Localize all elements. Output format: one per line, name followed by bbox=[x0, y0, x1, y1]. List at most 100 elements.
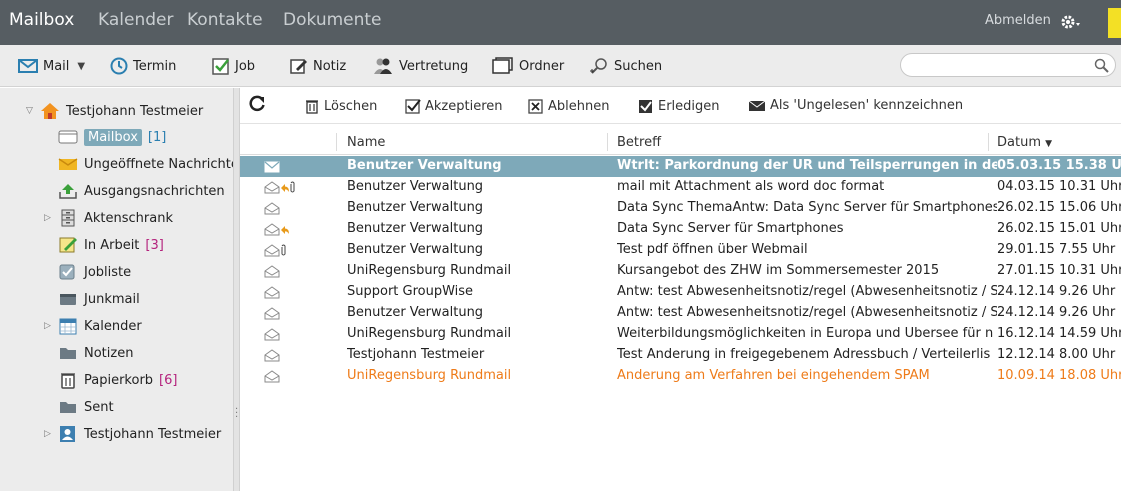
sidebar-item-count: [6] bbox=[159, 372, 178, 388]
sidebar-item-label: Kalender bbox=[84, 318, 142, 334]
sidebar-item-trash[interactable]: Papierkorb [6] bbox=[58, 369, 177, 391]
sidebar-item-outbox[interactable]: Ausgangsnachrichten bbox=[58, 180, 225, 202]
table-row[interactable]: Benutzer Verwaltung Antw: test Abwesenhei… bbox=[240, 303, 1121, 324]
sidebar-item-label: Junkmail bbox=[84, 291, 140, 307]
expand-triangle-icon[interactable]: ▷ bbox=[44, 213, 54, 223]
sender-name: UniRegensburg Rundmail bbox=[347, 326, 512, 341]
logout-link[interactable]: Abmelden bbox=[985, 13, 1051, 28]
search-button[interactable]: Suchen bbox=[589, 55, 662, 77]
column-separator[interactable] bbox=[336, 133, 337, 151]
column-header-date-label: Datum bbox=[997, 135, 1041, 150]
message-date: 12.12.14 8.00 Uhr bbox=[997, 347, 1116, 362]
new-job-button[interactable]: Job bbox=[212, 55, 255, 77]
new-mail-button[interactable]: Mail ▼ bbox=[18, 55, 85, 77]
expand-triangle-icon[interactable]: ▷ bbox=[44, 321, 54, 331]
column-separator[interactable] bbox=[988, 133, 989, 151]
sidebar-item-label: Aktenschrank bbox=[84, 210, 173, 226]
sidebar-item-label: Ausgangsnachrichten bbox=[84, 183, 225, 199]
sender-name: UniRegensburg Rundmail bbox=[347, 368, 512, 383]
message-subject: Weiterbildungsmöglichkeiten in Europa un… bbox=[617, 326, 994, 341]
mark-unread-button[interactable]: Als 'Ungelesen' kennzeichnen bbox=[748, 98, 963, 113]
in-progress-icon bbox=[59, 237, 77, 253]
expand-triangle-icon[interactable]: ▷ bbox=[44, 429, 54, 439]
delete-button[interactable]: Löschen bbox=[304, 98, 377, 114]
unread-envelope-icon bbox=[264, 161, 280, 173]
sidebar-item-label: Papierkorb bbox=[84, 372, 154, 388]
job-label: Job bbox=[235, 58, 256, 74]
reply-arrow-icon bbox=[281, 183, 289, 192]
mail-icon bbox=[18, 59, 38, 73]
accept-button[interactable]: Akzeptieren bbox=[405, 98, 503, 114]
message-status-icons bbox=[264, 306, 280, 321]
opened-envelope-icon bbox=[264, 370, 280, 383]
message-status-icons bbox=[264, 285, 280, 300]
grip-dots-icon: · · · bbox=[235, 404, 239, 423]
opened-envelope-icon bbox=[264, 181, 280, 194]
message-date: 10.09.14 18.08 Uhr bbox=[997, 368, 1121, 383]
tab-kontakte[interactable]: Kontakte bbox=[187, 10, 263, 30]
proxy-button[interactable]: Vertretung bbox=[372, 55, 468, 77]
decline-button[interactable]: Ablehnen bbox=[528, 98, 609, 114]
chevron-down-icon[interactable]: ▼ bbox=[77, 61, 85, 72]
tab-mailbox[interactable]: Mailbox bbox=[9, 10, 74, 30]
message-status-icons bbox=[264, 222, 289, 237]
expand-triangle-icon[interactable]: ▽ bbox=[26, 106, 36, 116]
notiz-label: Notiz bbox=[313, 58, 347, 74]
sidebar-item-junkmail[interactable]: Junkmail bbox=[58, 288, 140, 310]
sidebar-item-joblist[interactable]: Jobliste bbox=[58, 261, 131, 283]
folder-sidebar: ▽ Testjohann Testmeier Mailbox [1] Ungeö… bbox=[0, 88, 239, 491]
message-date: 04.03.15 10.31 Uhr bbox=[997, 179, 1121, 194]
table-row[interactable]: Benutzer Verwaltung Test pdf öffnen über … bbox=[240, 240, 1121, 261]
sender-name: Support GroupWise bbox=[347, 284, 474, 299]
sidebar-item-contacts[interactable]: ▷ Testjohann Testmeier bbox=[44, 423, 221, 445]
new-note-button[interactable]: Notiz bbox=[290, 55, 346, 77]
sidebar-item-mailbox[interactable]: Mailbox [1] bbox=[58, 126, 166, 148]
message-subject: Test pdf öffnen über Webmail bbox=[617, 242, 808, 257]
message-status-icons bbox=[264, 243, 287, 258]
table-row[interactable]: UniRegensburg Rundmail Kursangebot des ZH… bbox=[240, 261, 1121, 282]
table-row[interactable]: Benutzer Verwaltung Wtrlt: Parkordnung de… bbox=[240, 156, 1121, 177]
table-row[interactable]: UniRegensburg Rundmail Änderung am Verfah… bbox=[240, 366, 1121, 387]
sidebar-item-sent[interactable]: Sent bbox=[58, 396, 114, 418]
table-row[interactable]: Benutzer Verwaltung Data Sync Server für … bbox=[240, 219, 1121, 240]
cabinet-icon bbox=[61, 209, 75, 227]
table-row[interactable]: Support GroupWise Antw: test Abwesenheits… bbox=[240, 282, 1121, 303]
folder-icon bbox=[492, 57, 513, 74]
paperclip-icon bbox=[281, 244, 286, 256]
checkbox-icon bbox=[405, 99, 421, 114]
table-row[interactable]: Testjohann Testmeier Test Änderung in fre… bbox=[240, 345, 1121, 366]
message-subject: Test Änderung in freigegebenem Adressbuc… bbox=[617, 347, 991, 362]
sidebar-item-cabinet[interactable]: ▷ Aktenschrank bbox=[44, 207, 173, 229]
table-row[interactable]: Benutzer Verwaltung Data Sync ThemaAntw: … bbox=[240, 198, 1121, 219]
tab-kalender[interactable]: Kalender bbox=[98, 10, 173, 30]
column-header-date[interactable]: Datum ▼ bbox=[997, 135, 1052, 150]
sidebar-root-account[interactable]: ▽ Testjohann Testmeier bbox=[26, 100, 203, 122]
ungelesen-label: Als 'Ungelesen' kennzeichnen bbox=[770, 98, 964, 113]
checkbox-icon bbox=[212, 58, 229, 75]
pane-splitter[interactable]: · · · bbox=[233, 88, 240, 491]
complete-button[interactable]: Erledigen bbox=[638, 98, 720, 114]
sidebar-item-in-progress[interactable]: In Arbeit [3] bbox=[58, 234, 164, 256]
sender-name: Benutzer Verwaltung bbox=[347, 242, 484, 257]
column-header-name[interactable]: Name bbox=[347, 135, 385, 150]
column-separator[interactable] bbox=[607, 133, 608, 151]
sidebar-item-unopened[interactable]: Ungeöffnete Nachrichte bbox=[58, 153, 239, 175]
settings-gear-icon[interactable] bbox=[1060, 12, 1082, 32]
table-row[interactable]: UniRegensburg Rundmail Weiterbildungsmögl… bbox=[240, 324, 1121, 345]
calendar-icon bbox=[59, 318, 77, 335]
table-row[interactable]: Benutzer Verwaltung mail mit Attachment a… bbox=[240, 177, 1121, 198]
tab-dokumente[interactable]: Dokumente bbox=[283, 10, 382, 30]
new-folder-button[interactable]: Ordner bbox=[492, 55, 564, 77]
sidebar-item-calendar[interactable]: ▷ Kalender bbox=[44, 315, 142, 337]
sidebar-root-label: Testjohann Testmeier bbox=[66, 103, 204, 119]
junk-icon bbox=[60, 294, 76, 305]
new-appointment-button[interactable]: Termin bbox=[110, 55, 176, 77]
search-input[interactable] bbox=[900, 53, 1116, 77]
refresh-button[interactable] bbox=[248, 95, 270, 113]
sidebar-item-notes[interactable]: Notizen bbox=[58, 342, 133, 364]
column-header-subject[interactable]: Betreff bbox=[617, 135, 661, 150]
opened-envelope-icon bbox=[264, 307, 280, 320]
message-subject: Data Sync ThemaAntw: Data Sync Server fü… bbox=[617, 200, 997, 215]
message-date: 05.03.15 15.38 Uhr bbox=[997, 158, 1121, 173]
magnifier-icon[interactable] bbox=[1094, 58, 1110, 74]
